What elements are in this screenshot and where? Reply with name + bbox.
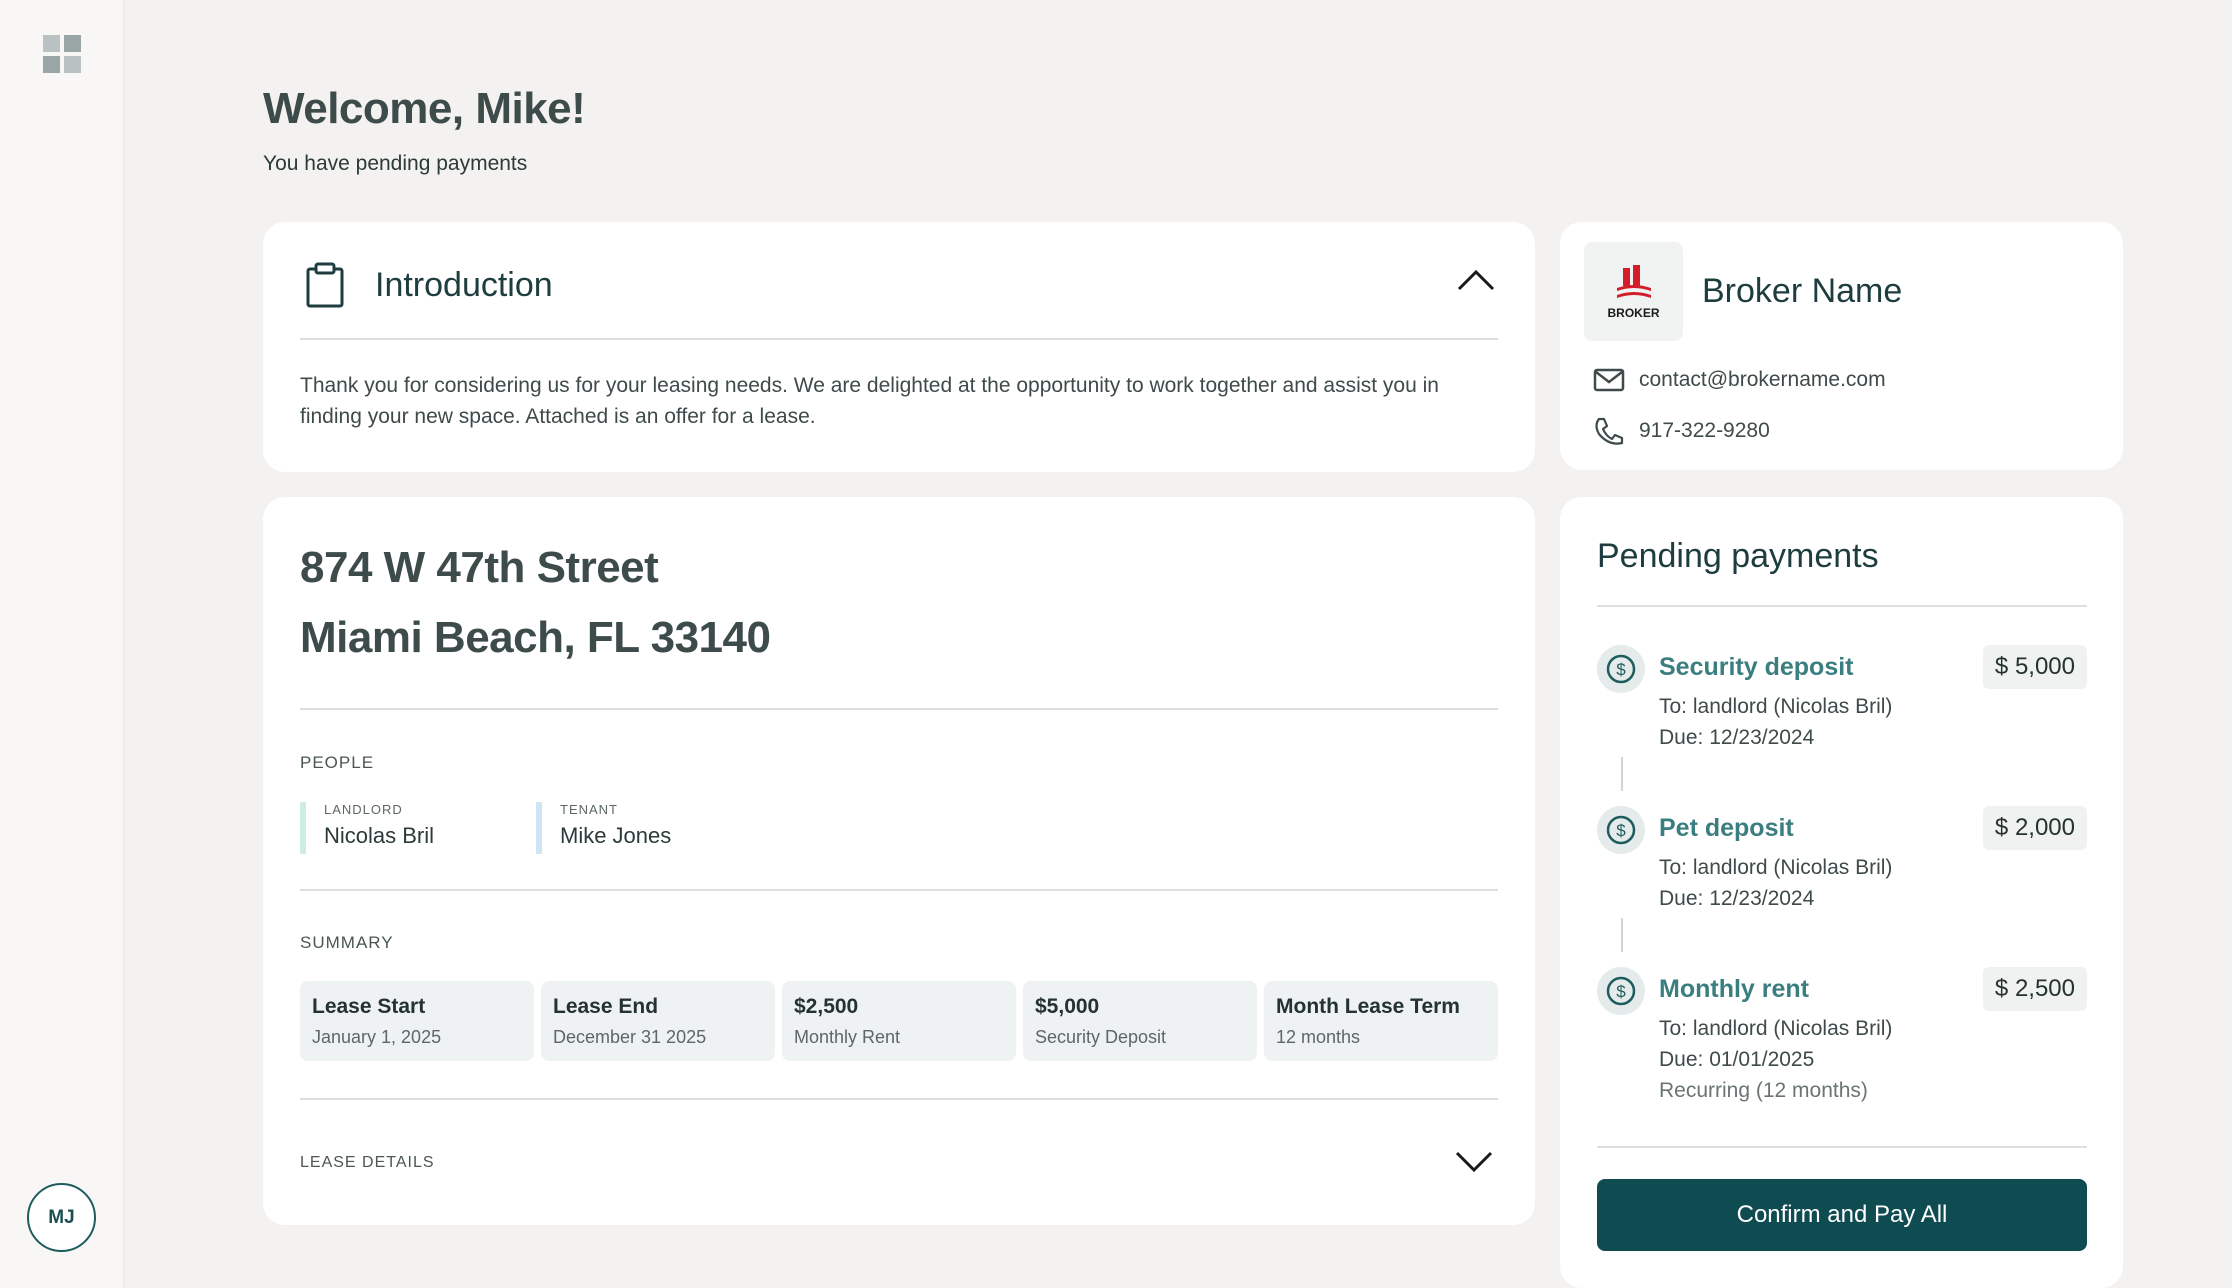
svg-text:$: $ <box>1616 821 1626 840</box>
divider <box>300 708 1498 710</box>
payment-amount: $ 2,000 <box>1982 806 2087 850</box>
person-name: Mike Jones <box>560 823 672 848</box>
payment-recurring: Recurring (12 months) <box>1659 1079 1868 1102</box>
confirm-and-pay-all-button[interactable]: Confirm and Pay All <box>1597 1179 2087 1251</box>
user-avatar[interactable]: MJ <box>27 1183 96 1252</box>
timeline-connector <box>1621 757 1623 791</box>
summary-value: Lease End <box>553 995 659 1018</box>
summary-value: Month Lease Term <box>1276 995 1460 1018</box>
pending-payments-title: Pending payments <box>1597 537 1879 575</box>
payment-due: Due: 12/23/2024 <box>1659 887 1815 910</box>
page-subtitle: You have pending payments <box>263 152 528 175</box>
divider <box>1597 605 2087 607</box>
chevron-up-icon[interactable] <box>1457 268 1495 292</box>
broker-card: BROKER Broker Name contact@brokername.co… <box>1560 222 2123 470</box>
dollar-circle-icon: $ <box>1597 645 1645 693</box>
payment-due: Due: 12/23/2024 <box>1659 726 1815 749</box>
divider <box>300 338 1498 340</box>
address-line-1: 874 W 47th Street <box>300 543 659 592</box>
lease-details-label[interactable]: LEASE DETAILS <box>300 1154 435 1172</box>
broker-name: Broker Name <box>1702 272 1903 310</box>
page-title: Welcome, Mike! <box>263 84 586 133</box>
people-label: PEOPLE <box>300 753 375 772</box>
summary-value: Lease Start <box>312 995 426 1018</box>
broker-phone[interactable]: 917-322-9280 <box>1593 416 1770 446</box>
payment-name: Security deposit <box>1659 653 1854 681</box>
person-landlord: LANDLORD Nicolas Bril <box>300 802 434 854</box>
payment-amount: $ 5,000 <box>1982 645 2087 689</box>
person-role: LANDLORD <box>324 802 403 817</box>
payment-recipient: To: landlord (Nicolas Bril) <box>1659 695 1893 718</box>
summary-security-deposit: $5,000 Security Deposit <box>1023 981 1257 1061</box>
introduction-text: Thank you for considering us for your le… <box>300 374 1439 428</box>
summary-lease-end: Lease End December 31 2025 <box>541 981 775 1061</box>
chevron-down-icon[interactable] <box>1455 1149 1493 1173</box>
timeline-connector <box>1621 918 1623 952</box>
property-card: 874 W 47th Street Miami Beach, FL 33140 … <box>263 497 1535 1225</box>
person-role: TENANT <box>560 802 618 817</box>
payment-recipient: To: landlord (Nicolas Bril) <box>1659 1017 1893 1040</box>
summary-monthly-rent: $2,500 Monthly Rent <box>782 981 1016 1061</box>
pending-payments-card: Pending payments $ Security deposit $ 5,… <box>1560 497 2123 1288</box>
payment-item-security-deposit[interactable]: $ Security deposit $ 5,000 To: landlord … <box>1597 645 2087 765</box>
person-tenant: TENANT Mike Jones <box>536 802 671 854</box>
divider <box>300 889 1498 891</box>
summary-label: SUMMARY <box>300 933 394 952</box>
payment-item-pet-deposit[interactable]: $ Pet deposit $ 2,000 To: landlord (Nico… <box>1597 806 2087 926</box>
svg-text:$: $ <box>1616 982 1626 1001</box>
introduction-title: Introduction <box>375 266 553 304</box>
summary-label: January 1, 2025 <box>312 1027 442 1047</box>
broker-logo: BROKER <box>1584 242 1683 341</box>
phone-icon <box>1595 417 1624 445</box>
divider <box>1597 1146 2087 1148</box>
clipboard-icon <box>306 262 344 308</box>
introduction-card: Introduction Thank you for considering u… <box>263 222 1535 472</box>
payment-item-monthly-rent[interactable]: $ Monthly rent $ 2,500 To: landlord (Nic… <box>1597 967 2087 1117</box>
person-name: Nicolas Bril <box>324 823 435 848</box>
payment-name: Monthly rent <box>1659 975 1809 1003</box>
divider <box>300 1098 1498 1100</box>
payment-amount: $ 2,500 <box>1982 967 2087 1011</box>
sidebar: MJ <box>0 0 124 1288</box>
payment-due: Due: 01/01/2025 <box>1659 1048 1815 1071</box>
summary-label: 12 months <box>1276 1027 1361 1047</box>
broker-phone-text: 917-322-9280 <box>1639 419 1770 442</box>
summary-label: December 31 2025 <box>553 1027 707 1047</box>
broker-logo-text: BROKER <box>1607 305 1660 320</box>
broker-email-text: contact@brokername.com <box>1639 368 1886 391</box>
payment-name: Pet deposit <box>1659 814 1794 842</box>
app-logo-icon[interactable] <box>42 34 82 74</box>
summary-value: $5,000 <box>1035 995 1100 1018</box>
summary-lease-start: Lease Start January 1, 2025 <box>300 981 534 1061</box>
mail-icon <box>1593 368 1625 392</box>
svg-text:$: $ <box>1616 660 1626 679</box>
broker-building-icon <box>1616 264 1651 298</box>
broker-email[interactable]: contact@brokername.com <box>1593 368 1886 392</box>
dollar-circle-icon: $ <box>1597 806 1645 854</box>
dollar-circle-icon: $ <box>1597 967 1645 1015</box>
summary-value: $2,500 <box>794 995 859 1018</box>
payment-recipient: To: landlord (Nicolas Bril) <box>1659 856 1893 879</box>
summary-label: Monthly Rent <box>794 1027 901 1047</box>
summary-label: Security Deposit <box>1035 1027 1167 1047</box>
summary-lease-term: Month Lease Term 12 months <box>1264 981 1498 1061</box>
address-line-2: Miami Beach, FL 33140 <box>300 613 771 662</box>
